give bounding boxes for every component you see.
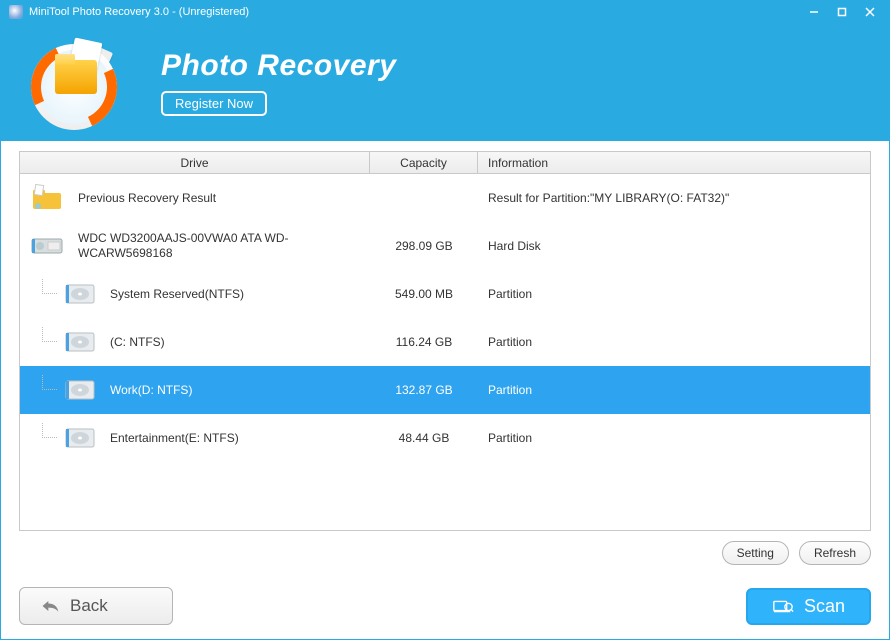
grid-body: Previous Recovery Result Result for Parti… xyxy=(20,174,870,530)
drive-label: Previous Recovery Result xyxy=(78,191,216,206)
setting-button[interactable]: Setting xyxy=(722,541,789,565)
app-header: Photo Recovery Register Now xyxy=(1,23,889,141)
window-title: MiniTool Photo Recovery 3.0 - (Unregiste… xyxy=(29,6,801,18)
drive-info: Result for Partition:"MY LIBRARY(O: FAT3… xyxy=(478,191,870,205)
header-text: Photo Recovery Register Now xyxy=(161,49,396,116)
disk-icon xyxy=(60,423,100,453)
titlebar: MiniTool Photo Recovery 3.0 - (Unregiste… xyxy=(1,1,889,23)
disk-icon xyxy=(60,279,100,309)
drive-grid: Drive Capacity Information Previous Reco… xyxy=(19,151,871,531)
disk-icon xyxy=(60,375,100,405)
refresh-button[interactable]: Refresh xyxy=(799,541,871,565)
drive-capacity: 116.24 GB xyxy=(370,335,478,349)
drive-row[interactable]: Work(D: NTFS) 132.87 GBPartition xyxy=(20,366,870,414)
close-button[interactable] xyxy=(857,3,883,21)
back-arrow-icon xyxy=(40,598,60,614)
drive-label: Entertainment(E: NTFS) xyxy=(110,431,239,446)
grid-header: Drive Capacity Information xyxy=(20,152,870,174)
app-name: Photo Recovery xyxy=(161,49,396,83)
col-header-drive[interactable]: Drive xyxy=(20,152,370,173)
app-icon xyxy=(9,5,23,19)
drive-row[interactable]: Entertainment(E: NTFS) 48.44 GBPartition xyxy=(20,414,870,462)
hdd-icon xyxy=(28,231,68,261)
minimize-icon xyxy=(809,7,819,17)
drive-label: Work(D: NTFS) xyxy=(110,383,192,398)
col-header-capacity[interactable]: Capacity xyxy=(370,152,478,173)
drive-row[interactable]: Previous Recovery Result Result for Parti… xyxy=(20,174,870,222)
disk-icon xyxy=(60,327,100,357)
app-logo xyxy=(21,32,141,132)
secondary-buttons: Setting Refresh xyxy=(19,541,871,565)
drive-label: WDC WD3200AAJS-00VWA0 ATA WD-WCARW569816… xyxy=(78,231,328,261)
minimize-button[interactable] xyxy=(801,3,827,21)
maximize-icon xyxy=(837,7,847,17)
drive-label: (C: NTFS) xyxy=(110,335,165,350)
drive-info: Partition xyxy=(478,335,870,349)
drive-capacity: 48.44 GB xyxy=(370,431,478,445)
drive-row[interactable]: WDC WD3200AAJS-00VWA0 ATA WD-WCARW569816… xyxy=(20,222,870,270)
drive-info: Partition xyxy=(478,383,870,397)
drive-capacity: 298.09 GB xyxy=(370,239,478,253)
folder-icon xyxy=(28,183,68,213)
drive-info: Partition xyxy=(478,287,870,301)
drive-capacity: 132.87 GB xyxy=(370,383,478,397)
primary-buttons: Back Scan xyxy=(19,587,871,625)
drive-row[interactable]: System Reserved(NTFS) 549.00 MBPartition xyxy=(20,270,870,318)
drive-info: Hard Disk xyxy=(478,239,870,253)
app-window: MiniTool Photo Recovery 3.0 - (Unregiste… xyxy=(0,0,890,640)
drive-row[interactable]: (C: NTFS) 116.24 GBPartition xyxy=(20,318,870,366)
close-icon xyxy=(865,7,875,17)
back-label: Back xyxy=(70,596,108,616)
col-header-info[interactable]: Information xyxy=(478,152,870,173)
scan-icon xyxy=(772,597,794,615)
scan-label: Scan xyxy=(804,596,845,617)
window-controls xyxy=(801,3,883,21)
maximize-button[interactable] xyxy=(829,3,855,21)
scan-button[interactable]: Scan xyxy=(746,588,871,625)
register-button[interactable]: Register Now xyxy=(161,91,267,116)
drive-capacity: 549.00 MB xyxy=(370,287,478,301)
back-button[interactable]: Back xyxy=(19,587,173,625)
drive-info: Partition xyxy=(478,431,870,445)
drive-label: System Reserved(NTFS) xyxy=(110,287,244,302)
main-area: Drive Capacity Information Previous Reco… xyxy=(1,141,889,639)
